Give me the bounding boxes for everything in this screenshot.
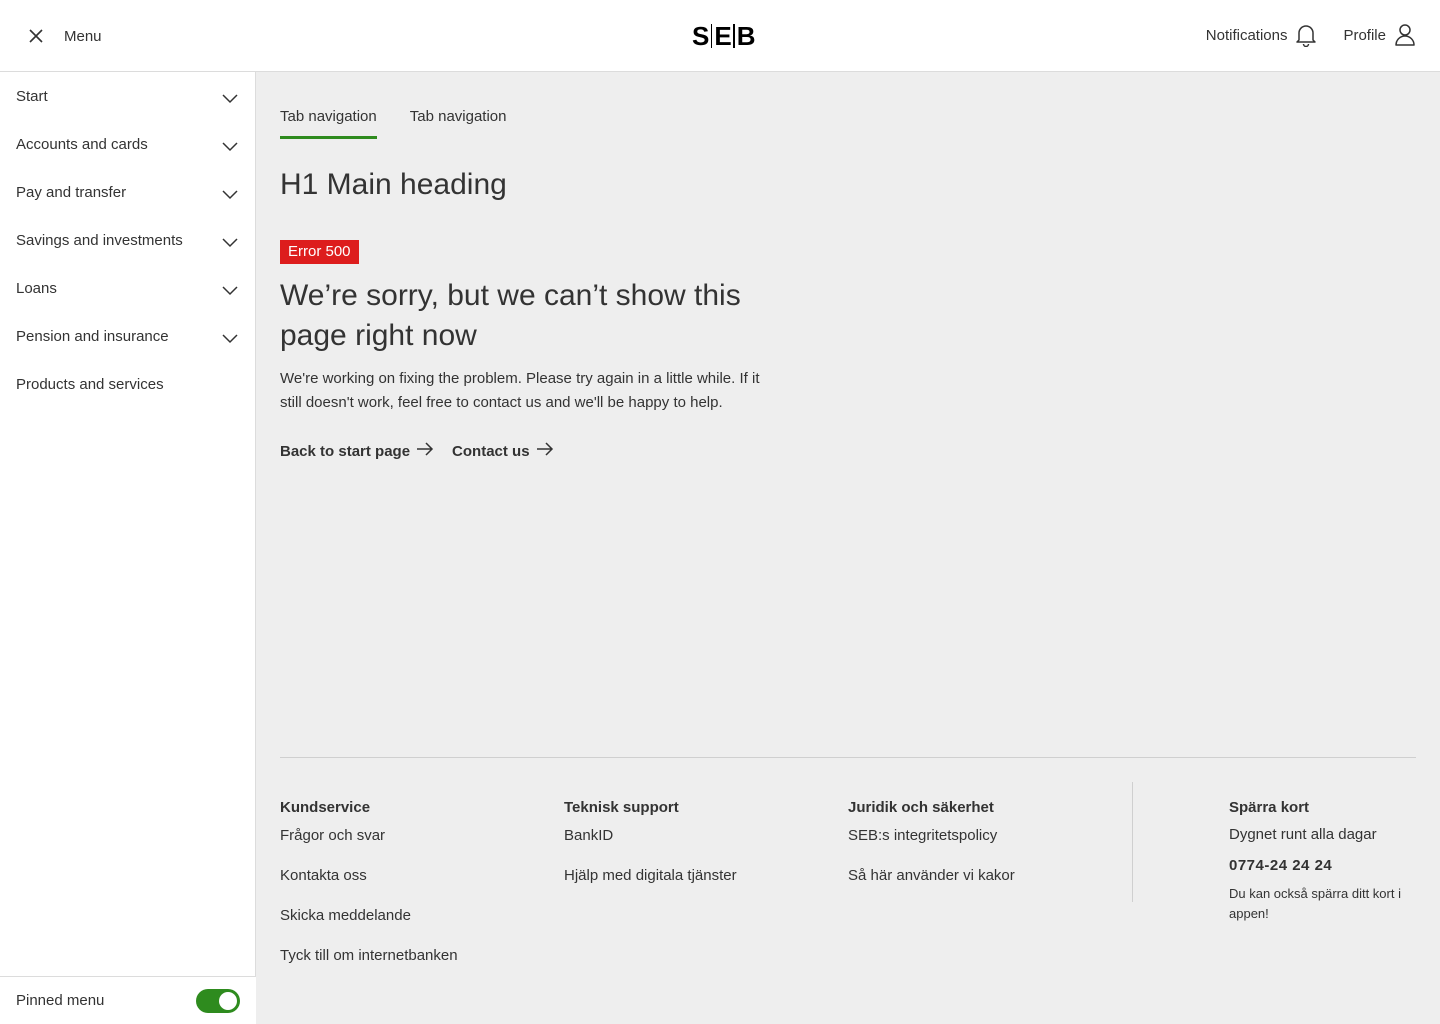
footer-column-title: Teknisk support (564, 799, 679, 816)
sidebar-item-label: Loans (16, 279, 57, 297)
chevron-down-icon (221, 329, 239, 347)
pinned-menu-label: Pinned menu (16, 992, 105, 1009)
close-icon (24, 24, 48, 48)
sidebar-item-loans[interactable]: Loans (0, 264, 255, 312)
back-to-start-link[interactable]: Back to start page (280, 442, 434, 460)
profile-label: Profile (1343, 26, 1386, 44)
contact-us-link[interactable]: Contact us (452, 442, 554, 460)
footer-link[interactable]: Så här använder vi kakor (848, 867, 1015, 907)
sidebar-item-label: Pay and transfer (16, 183, 127, 201)
sidebar-item-label: Products and services (16, 375, 164, 393)
block-card-note: Du kan också spärra ditt kort i appen! (1229, 886, 1401, 921)
block-card-phone[interactable]: 0774-24 24 24 (1229, 857, 1419, 874)
sidebar-item-label: Start (16, 87, 48, 105)
menu-label: Menu (64, 27, 102, 45)
sidebar-item-label: Pension and insurance (16, 327, 169, 345)
back-to-start-label: Back to start page (280, 442, 411, 460)
toggle-knob (219, 991, 237, 1010)
seb-logo[interactable]: S E B (692, 20, 756, 51)
sidebar-item-pay-and-transfer[interactable]: Pay and transfer (0, 168, 255, 216)
contact-us-label: Contact us (452, 442, 530, 460)
footer-link[interactable]: Hjälp med digitala tjänster (564, 867, 737, 907)
notifications-button[interactable]: Notifications (1206, 23, 1318, 47)
logo-divider (710, 24, 713, 48)
sidebar-item-savings-and-investments[interactable]: Savings and investments (0, 216, 255, 264)
block-card-subtitle: Dygnet runt alla dagar (1229, 826, 1377, 843)
block-card-title: Spärra kort (1229, 799, 1310, 816)
chevron-down-icon (221, 89, 239, 107)
arrow-right-icon (416, 442, 434, 460)
menu-toggle-button[interactable]: Menu (24, 24, 102, 48)
pinned-menu-toggle[interactable] (196, 988, 240, 1013)
bell-icon (1295, 23, 1317, 47)
pinned-menu-row: Pinned menu (0, 976, 256, 1024)
logo-divider (733, 24, 735, 48)
block-card-section: Spärra kort Dygnet runt alla dagar 0774-… (1229, 799, 1419, 924)
sidebar-menu: Start Accounts and cards Pay and transfer S… (0, 72, 256, 1024)
logo-letter-e: E (714, 20, 732, 51)
top-bar: Menu S E B Notifications Profile (0, 0, 1440, 72)
footer-link[interactable]: Skicka meddelande (280, 907, 458, 947)
footer-column-juridik: Juridik och säkerhet SEB:s integritetspo… (848, 799, 1015, 907)
main-content: Tab navigation Tab navigation H1 Main he… (256, 72, 1440, 1024)
action-links: Back to start page Contact us (280, 442, 554, 460)
header-actions: Notifications Profile (1206, 23, 1416, 47)
sidebar-item-start[interactable]: Start (0, 72, 255, 120)
footer-column-teknisk-support: Teknisk support BankID Hjälp med digital… (564, 799, 737, 907)
logo-letter-b: B (736, 20, 756, 51)
footer-link[interactable]: Frågor och svar (280, 827, 458, 867)
sidebar-nav: Start Accounts and cards Pay and transfer S… (0, 72, 255, 408)
arrow-right-icon (536, 442, 554, 460)
chevron-down-icon (221, 185, 239, 203)
user-icon (1394, 23, 1416, 47)
sidebar-item-label: Savings and investments (16, 231, 183, 249)
chevron-down-icon (221, 233, 239, 251)
footer-link[interactable]: Kontakta oss (280, 867, 458, 907)
footer-column-title: Kundservice (280, 799, 371, 816)
profile-button[interactable]: Profile (1343, 23, 1416, 47)
chevron-down-icon (221, 281, 239, 299)
page-title: H1 Main heading (280, 168, 507, 201)
chevron-down-icon (221, 137, 239, 155)
tab-navigation-2[interactable]: Tab navigation (410, 108, 507, 139)
logo-letter-s: S (692, 20, 709, 51)
error-badge: Error 500 (280, 240, 359, 264)
tab-bar: Tab navigation Tab navigation (280, 108, 507, 139)
footer-column-title: Juridik och säkerhet (848, 799, 994, 816)
notifications-label: Notifications (1205, 26, 1288, 44)
sidebar-item-pension-and-insurance[interactable]: Pension and insurance (0, 312, 255, 360)
footer-column-kundservice: Kundservice Frågor och svar Kontakta oss… (280, 799, 458, 987)
tab-navigation-1[interactable]: Tab navigation (280, 108, 377, 139)
footer-vertical-divider (1132, 782, 1133, 902)
error-title: We’re sorry, but we can’t show this page… (280, 279, 741, 352)
footer-divider (280, 757, 1416, 758)
footer-link[interactable]: SEB:s integritetspolicy (848, 827, 1015, 867)
error-description: We're working on fixing the problem. Ple… (280, 370, 760, 411)
footer-link[interactable]: Tyck till om internetbanken (280, 947, 458, 987)
footer-link[interactable]: BankID (564, 827, 737, 867)
sidebar-item-accounts-and-cards[interactable]: Accounts and cards (0, 120, 255, 168)
sidebar-item-label: Accounts and cards (16, 135, 148, 153)
sidebar-item-products-and-services[interactable]: Products and services (0, 360, 255, 408)
